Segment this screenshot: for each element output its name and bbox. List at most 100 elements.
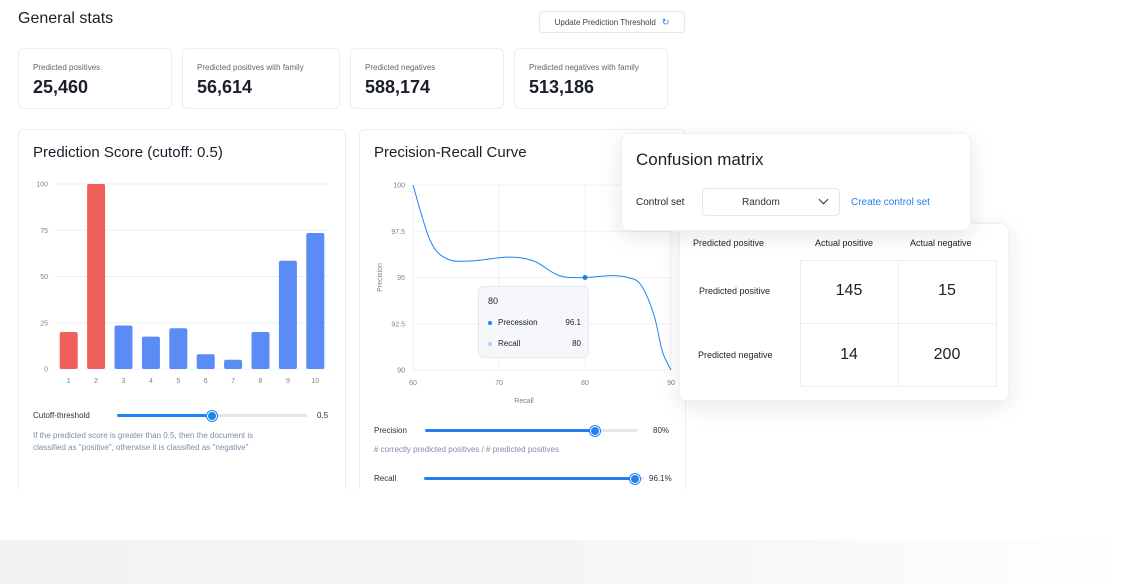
y-tick-label: 50	[40, 274, 48, 281]
highlight-point	[582, 275, 588, 280]
y-axis-label: Precision	[377, 263, 384, 292]
stat-card-predicted-positives-family: Predicted positives with family 56,614	[182, 48, 340, 109]
slider-fill	[425, 429, 596, 432]
grid-divider	[996, 260, 997, 387]
tooltip-row-precision: Precession 96.1	[488, 318, 581, 327]
update-threshold-label: Update Prediction Threshold	[554, 17, 656, 27]
stat-value: 588,174	[365, 77, 431, 97]
cell-true-positive: 145	[835, 282, 863, 299]
bar	[141, 336, 160, 369]
x-tick-label: 4	[149, 378, 153, 385]
x-tick-label: 3	[122, 378, 126, 385]
y-tick-label: 0	[44, 367, 48, 374]
y-tick-label: 97.5	[391, 229, 405, 236]
y-tick-label: 92.5	[391, 321, 405, 328]
prediction-score-panel: Prediction Score (cutoff: 0.5) 0 25 50 75 10…	[18, 129, 346, 489]
cutoff-threshold-value: 0.5	[317, 411, 329, 420]
slider-fill	[424, 477, 636, 480]
y-tick-label: 100	[36, 182, 48, 189]
grid-divider	[800, 323, 996, 324]
series-dot-icon	[488, 341, 492, 346]
stat-card-predicted-negatives: Predicted negatives 588,174	[350, 48, 504, 109]
bar	[224, 359, 243, 369]
y-tick-label: 75	[40, 228, 48, 235]
cutoff-help-text-2: classified as "positive", otherwise it i…	[33, 443, 249, 452]
x-tick-label: 60	[409, 380, 417, 387]
precision-label: Precision	[374, 426, 407, 435]
stat-value: 25,460	[33, 77, 89, 97]
x-tick-label: 9	[286, 378, 290, 385]
col-header-actual-negative: Actual negative	[910, 238, 972, 248]
prediction-score-bar-chart: 0 25 50 75 100 1 2 3 4 5 6 7 8 9 10	[36, 182, 329, 385]
row-label-predicted-positive: Predicted positive	[699, 286, 771, 296]
bar	[87, 184, 106, 369]
x-axis-label: Recall	[514, 398, 534, 405]
x-tick-label: 6	[204, 378, 208, 385]
bar	[169, 328, 188, 369]
slider-knob[interactable]	[630, 474, 641, 484]
stat-label: Predicted negatives	[365, 63, 436, 72]
slider-knob[interactable]	[207, 411, 217, 421]
grid-divider	[800, 386, 996, 387]
cell-false-negative: 14	[840, 346, 858, 363]
slider-fill	[117, 414, 212, 417]
tooltip-row-label: Precession	[498, 318, 538, 327]
recall-value: 96.1%	[649, 474, 672, 483]
cell-false-positive: 15	[938, 282, 956, 299]
bottom-background-band	[0, 540, 1129, 584]
y-tick-label: 100	[393, 183, 405, 190]
y-tick-label: 90	[397, 368, 405, 375]
stat-label: Predicted negatives with family	[529, 63, 639, 72]
control-set-selected-value: Random	[742, 197, 780, 208]
bar	[114, 325, 133, 369]
x-tick-label: 8	[259, 378, 263, 385]
bar	[59, 332, 78, 369]
corner-header: Predicted positive	[693, 238, 765, 248]
control-set-label: Control set	[636, 197, 685, 208]
stat-card-predicted-negatives-family: Predicted negatives with family 513,186	[514, 48, 668, 109]
precision-value: 80%	[653, 426, 670, 435]
bar	[306, 233, 325, 369]
x-tick-label: 5	[176, 378, 180, 385]
stat-label: Predicted positives with family	[197, 63, 304, 72]
recall-label: Recall	[374, 474, 397, 483]
slider-knob[interactable]	[590, 426, 601, 436]
tooltip-row-recall: Recall 80	[488, 339, 581, 348]
col-header-actual-positive: Actual positive	[815, 238, 874, 248]
x-tick-label: 1	[67, 378, 71, 385]
control-set-select[interactable]: Random	[702, 188, 840, 216]
x-tick-label: 2	[94, 378, 98, 385]
x-tick-label: 7	[231, 378, 235, 385]
chevron-down-icon	[818, 194, 829, 205]
chart-tooltip: 80 Precession 96.1 Recall 80	[478, 286, 589, 358]
create-control-set-link[interactable]: Create control set	[851, 197, 930, 208]
y-tick-label: 95	[397, 275, 405, 282]
stat-label: Predicted positives	[33, 63, 101, 72]
stat-card-predicted-positives: Predicted positives 25,460	[18, 48, 172, 109]
bar	[196, 354, 215, 369]
page-title: General stats	[18, 10, 114, 27]
grid-divider	[800, 260, 996, 261]
refresh-icon: ↻	[661, 16, 670, 27]
precision-help-text: # correctly predicted positives / # pred…	[374, 445, 559, 454]
confusion-matrix-title: Confusion matrix	[636, 150, 764, 169]
update-threshold-button[interactable]: Update Prediction Threshold ↻	[539, 11, 685, 33]
x-tick-label: 90	[667, 380, 675, 387]
cutoff-threshold-label: Cutoff-threshold	[33, 411, 90, 420]
bar	[278, 260, 297, 369]
x-tick-label: 10	[311, 378, 319, 385]
x-tick-label: 70	[495, 380, 503, 387]
y-tick-label: 25	[40, 320, 48, 327]
panel-title: Precision-Recall Curve	[374, 144, 527, 161]
panel-title: Prediction Score (cutoff: 0.5)	[33, 144, 223, 161]
cell-true-negative: 200	[933, 346, 961, 363]
tooltip-row-value: 96.1	[565, 318, 581, 327]
series-dot-icon	[488, 320, 492, 325]
stat-value: 56,614	[197, 77, 253, 97]
tooltip-row-label: Recall	[498, 339, 521, 348]
stat-value: 513,186	[529, 77, 595, 97]
tooltip-title: 80	[488, 296, 499, 306]
confusion-matrix-header: Confusion matrix Control set Random Crea…	[621, 133, 971, 231]
x-tick-label: 80	[581, 380, 589, 387]
bar	[251, 332, 270, 369]
